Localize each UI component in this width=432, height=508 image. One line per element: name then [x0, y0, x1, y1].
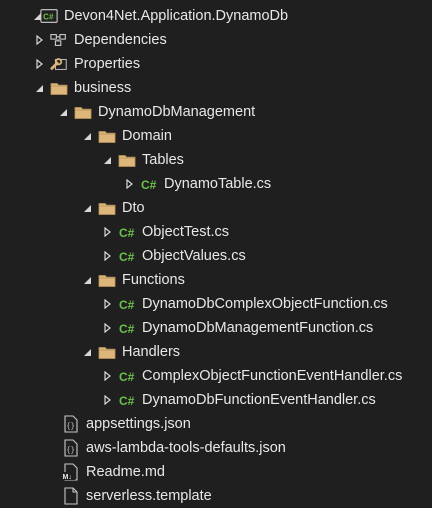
csharp-file-icon: C#: [118, 248, 136, 264]
tree-item-objectvalues[interactable]: C# ObjectValues.cs: [0, 244, 432, 268]
expanded-arrow-icon[interactable]: [100, 153, 114, 167]
svg-text:C#: C#: [141, 178, 157, 191]
collapsed-arrow-icon[interactable]: [100, 297, 114, 311]
csharp-file-icon: C#: [118, 320, 136, 336]
tree-item-label: DynamoDbFunctionEventHandler.cs: [142, 392, 376, 408]
tree-item-label: ComplexObjectFunctionEventHandler.cs: [142, 368, 403, 384]
collapsed-arrow-icon[interactable]: [100, 249, 114, 263]
tree-item-label: Devon4Net.Application.DynamoDb: [64, 8, 289, 24]
tree-item-label: Properties: [74, 56, 141, 72]
tree-item-label: Dto: [122, 200, 145, 216]
tree-item-awslambda[interactable]: {} aws-lambda-tools-defaults.json: [0, 436, 432, 460]
tree-item-project[interactable]: C# Devon4Net.Application.DynamoDb: [0, 4, 432, 28]
tree-item-label: Handlers: [122, 344, 181, 360]
folder-icon: [50, 80, 68, 96]
tree-item-tables[interactable]: Tables: [0, 148, 432, 172]
svg-text:C#: C#: [119, 394, 135, 407]
tree-item-label: appsettings.json: [86, 416, 191, 432]
text-file-icon: [62, 487, 80, 505]
tree-item-label: aws-lambda-tools-defaults.json: [86, 440, 286, 456]
svg-text:M↓: M↓: [63, 474, 72, 481]
svg-text:C#: C#: [43, 13, 54, 22]
collapsed-arrow-icon[interactable]: [100, 393, 114, 407]
tree-item-label: DynamoTable.cs: [164, 176, 272, 192]
tree-item-domain[interactable]: Domain: [0, 124, 432, 148]
svg-text:C#: C#: [119, 298, 135, 311]
csharp-file-icon: C#: [118, 224, 136, 240]
tree-item-managementfunction[interactable]: C# DynamoDbManagementFunction.cs: [0, 316, 432, 340]
json-file-icon: {}: [62, 415, 80, 433]
tree-item-readme[interactable]: M↓ Readme.md: [0, 460, 432, 484]
svg-text:C#: C#: [119, 250, 135, 263]
svg-text:C#: C#: [119, 322, 135, 335]
svg-text:{}: {}: [66, 447, 74, 455]
json-file-icon: {}: [62, 439, 80, 457]
expanded-arrow-icon[interactable]: [80, 345, 94, 359]
expanded-arrow-icon[interactable]: [80, 201, 94, 215]
expanded-arrow-icon[interactable]: [32, 81, 46, 95]
folder-icon: [98, 200, 116, 216]
tree-item-dynamodbmanagement[interactable]: DynamoDbManagement: [0, 100, 432, 124]
csharp-file-icon: C#: [118, 392, 136, 408]
tree-item-label: ObjectTest.cs: [142, 224, 230, 240]
tree-item-label: serverless.template: [86, 488, 212, 504]
tree-item-appsettings[interactable]: {} appsettings.json: [0, 412, 432, 436]
dependencies-icon: [50, 32, 68, 48]
tree-item-label: DynamoDbComplexObjectFunction.cs: [142, 296, 388, 312]
tree-item-complexobjectfunction[interactable]: C# DynamoDbComplexObjectFunction.cs: [0, 292, 432, 316]
csharp-file-icon: C#: [118, 296, 136, 312]
tree-item-label: Readme.md: [86, 464, 165, 480]
tree-item-complexhandler[interactable]: C# ComplexObjectFunctionEventHandler.cs: [0, 364, 432, 388]
folder-icon: [118, 152, 136, 168]
folder-icon: [98, 344, 116, 360]
svg-text:C#: C#: [119, 226, 135, 239]
collapsed-arrow-icon[interactable]: [100, 225, 114, 239]
tree-item-dynamotable[interactable]: C# DynamoTable.cs: [0, 172, 432, 196]
csharp-project-icon: C#: [40, 8, 58, 24]
svg-text:{}: {}: [66, 423, 74, 431]
folder-icon: [98, 272, 116, 288]
tree-item-properties[interactable]: Properties: [0, 52, 432, 76]
tree-item-label: Tables: [142, 152, 184, 168]
folder-icon: [74, 104, 92, 120]
csharp-file-icon: C#: [140, 176, 158, 192]
tree-item-label: ObjectValues.cs: [142, 248, 246, 264]
folder-icon: [98, 128, 116, 144]
tree-item-label: DynamoDbManagementFunction.cs: [142, 320, 374, 336]
collapsed-arrow-icon[interactable]: [100, 369, 114, 383]
collapsed-arrow-icon[interactable]: [122, 177, 136, 191]
tree-item-dependencies[interactable]: Dependencies: [0, 28, 432, 52]
tree-item-label: Dependencies: [74, 32, 167, 48]
tree-item-label: Domain: [122, 128, 172, 144]
tree-item-label: DynamoDbManagement: [98, 104, 256, 120]
tree-item-serverless[interactable]: serverless.template: [0, 484, 432, 508]
properties-wrench-icon: [50, 56, 68, 72]
collapsed-arrow-icon[interactable]: [100, 321, 114, 335]
tree-item-dto[interactable]: Dto: [0, 196, 432, 220]
tree-item-label: Functions: [122, 272, 185, 288]
tree-item-functions[interactable]: Functions: [0, 268, 432, 292]
tree-item-handlers[interactable]: Handlers: [0, 340, 432, 364]
markdown-file-icon: M↓: [62, 463, 80, 481]
expanded-arrow-icon[interactable]: [56, 105, 70, 119]
collapsed-arrow-icon[interactable]: [32, 57, 46, 71]
collapsed-arrow-icon[interactable]: [32, 33, 46, 47]
csharp-file-icon: C#: [118, 368, 136, 384]
solution-explorer-tree: C# Devon4Net.Application.DynamoDb Dependen…: [0, 0, 432, 508]
expanded-arrow-icon[interactable]: [80, 273, 94, 287]
tree-item-functionhandler[interactable]: C# DynamoDbFunctionEventHandler.cs: [0, 388, 432, 412]
tree-item-objecttest[interactable]: C# ObjectTest.cs: [0, 220, 432, 244]
tree-item-business[interactable]: business: [0, 76, 432, 100]
tree-item-label: business: [74, 80, 132, 96]
expanded-arrow-icon[interactable]: [80, 129, 94, 143]
svg-text:C#: C#: [119, 370, 135, 383]
